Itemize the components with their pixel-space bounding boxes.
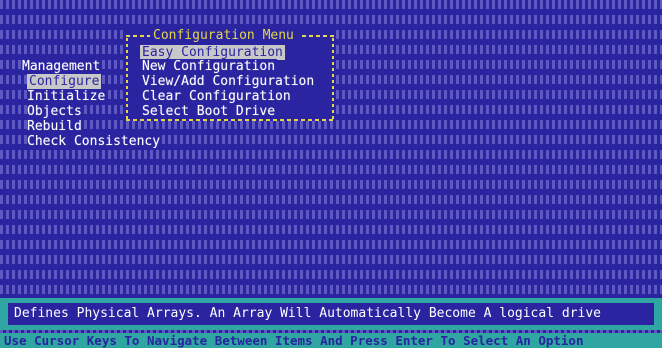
main-menu-item-configure[interactable]: Configure	[27, 74, 102, 89]
bios-screen: Management Configure Initialize Objects …	[0, 0, 662, 348]
menu-frame-left	[126, 38, 128, 120]
main-menu-item-rebuild[interactable]: Rebuild	[27, 119, 82, 134]
main-menu-item-management[interactable]: Management	[22, 59, 101, 74]
configuration-menu-title: Configuration Menu	[150, 28, 297, 43]
help-text: Use Cursor Keys To Navigate Between Item…	[4, 333, 584, 348]
config-item-easy-configuration[interactable]: Easy Configuration	[140, 45, 285, 60]
menu-frame-right	[332, 38, 334, 120]
main-menu-item-check-consistency[interactable]: Check Consistency	[27, 134, 161, 149]
main-menu-item-initialize[interactable]: Initialize	[27, 89, 106, 104]
config-item-select-boot-drive[interactable]: Select Boot Drive	[140, 104, 278, 119]
menu-frame-bottom	[126, 119, 334, 121]
config-item-view-add-configuration[interactable]: View/Add Configuration	[140, 74, 317, 89]
main-menu-item-objects[interactable]: Objects	[27, 104, 82, 119]
menu-frame-top-left	[126, 35, 150, 37]
description-text: Defines Physical Arrays. An Array Will A…	[14, 306, 601, 321]
config-item-clear-configuration[interactable]: Clear Configuration	[140, 89, 293, 104]
menu-frame-top-right	[302, 35, 334, 37]
config-item-new-configuration[interactable]: New Configuration	[140, 59, 278, 74]
